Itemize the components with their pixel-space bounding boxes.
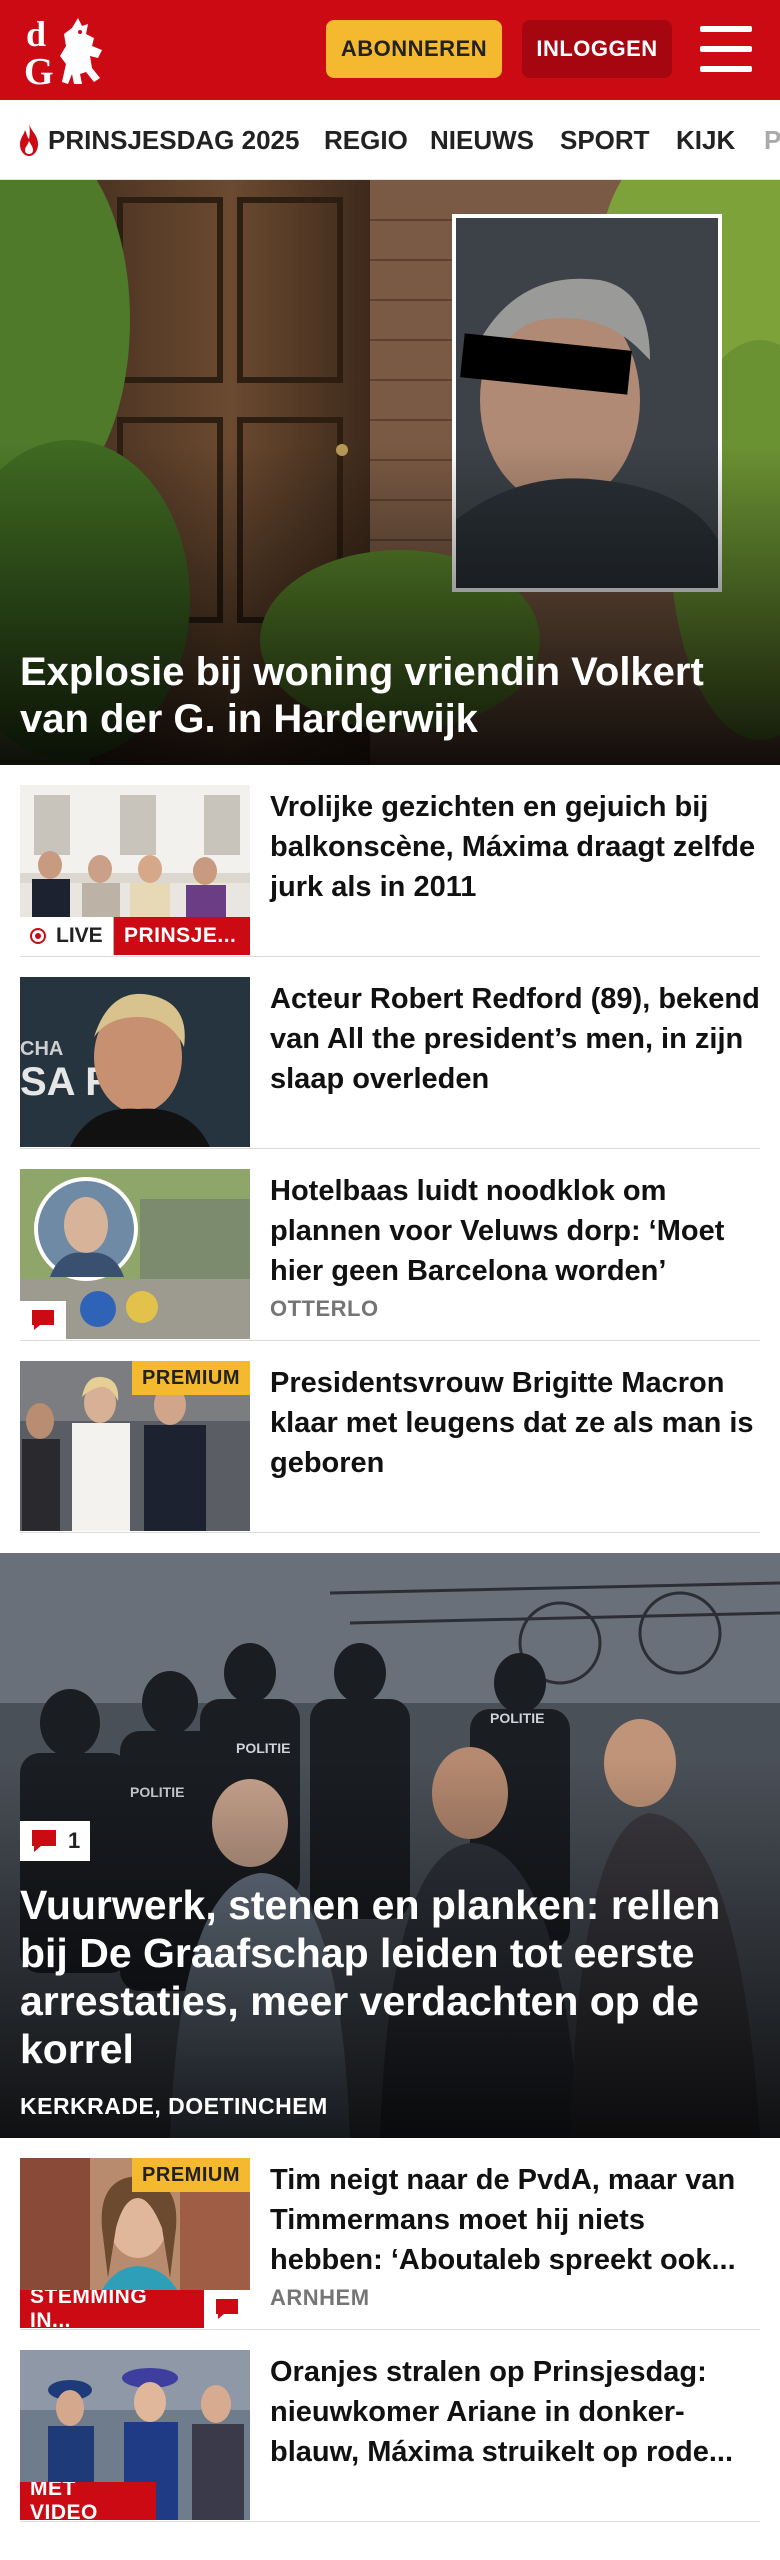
nav-item-label: PRINSJESDAG 2025 bbox=[48, 124, 300, 155]
flame-icon bbox=[20, 124, 38, 156]
article-item[interactable]: LIVE PRINSJE... Vrolijke gezichten en ge… bbox=[20, 765, 760, 957]
nav-item-kijk[interactable]: KIJK bbox=[676, 100, 735, 179]
nav-item-prinsjesdag[interactable]: PRINSJESDAG 2025 bbox=[16, 100, 300, 179]
article-thumbnail: MET VIDEO bbox=[20, 2350, 250, 2520]
featured-location: KERKRADE, DOETINCHEM bbox=[20, 2093, 328, 2119]
live-label: LIVE bbox=[56, 924, 103, 947]
hero-title[interactable]: Explosie bij woning vriendin Volkert van… bbox=[20, 649, 760, 743]
login-button[interactable]: INLOGGEN bbox=[522, 20, 672, 78]
site-logo[interactable]: d G bbox=[22, 12, 114, 93]
article-title[interactable]: Acteur Robert Redford (89), bekend van A… bbox=[270, 979, 760, 1099]
hero-article[interactable]: Explosie bij woning vriendin Volkert van… bbox=[0, 180, 780, 765]
article-item[interactable]: MET VIDEO Oranjes stralen op Prinsjesdag… bbox=[20, 2330, 760, 2522]
live-badge: LIVE bbox=[20, 917, 113, 955]
article-thumbnail: SA RE CHA bbox=[20, 977, 250, 1147]
article-thumbnail: PREMIUM bbox=[20, 1361, 250, 1531]
article-title[interactable]: Hotelbaas luidt noodklok om plannen voor… bbox=[270, 1171, 760, 1291]
article-title[interactable]: Presidentsvrouw Brigitte Macron klaar me… bbox=[270, 1363, 760, 1483]
nav-item-more[interactable]: P bbox=[764, 100, 780, 179]
comment-chip bbox=[20, 1301, 66, 1339]
nav-item-nieuws[interactable]: NIEUWS bbox=[430, 100, 534, 179]
section-nav: PRINSJESDAG 2025 REGIO NIEUWS SPORT KIJK… bbox=[0, 100, 780, 180]
article-thumbnail: LIVE PRINSJE... bbox=[20, 785, 250, 955]
article-item[interactable]: PREMIUM STEMMING IN... Tim neigt naar de… bbox=[20, 2138, 760, 2330]
article-location: ARNHEM bbox=[270, 2285, 370, 2310]
comment-count: 1 bbox=[68, 1828, 81, 1853]
article-item[interactable]: Hotelbaas luidt noodklok om plannen voor… bbox=[20, 1149, 760, 1341]
svg-text:d: d bbox=[26, 14, 46, 54]
comment-icon bbox=[216, 2299, 238, 2319]
hamburger-icon[interactable] bbox=[700, 26, 752, 72]
category-badge: STEMMING IN... bbox=[20, 2290, 204, 2328]
svg-text:CHA: CHA bbox=[20, 1038, 63, 1060]
nav-item-sport[interactable]: SPORT bbox=[560, 100, 650, 179]
article-title[interactable]: Oranjes stralen op Prinsjesdag: nieuwkom… bbox=[270, 2352, 760, 2472]
article-title[interactable]: Tim neigt naar de PvdA, maar van Timmerm… bbox=[270, 2160, 760, 2280]
article-location: OTTERLO bbox=[270, 1296, 379, 1321]
comment-icon bbox=[32, 1830, 56, 1852]
article-item[interactable]: PREMIUM Presidentsvrouw Brigitte Macron … bbox=[20, 1341, 760, 1533]
premium-badge: PREMIUM bbox=[132, 1361, 250, 1395]
article-item[interactable]: SA RE CHA Acteur Robert Redford (89), be… bbox=[20, 957, 760, 1149]
comment-icon bbox=[32, 1310, 54, 1330]
top-bar: d G ABONNEREN INLOGGEN bbox=[0, 0, 780, 100]
article-thumbnail bbox=[20, 1169, 250, 1339]
premium-badge: PREMIUM bbox=[132, 2158, 250, 2192]
subscribe-button[interactable]: ABONNEREN bbox=[326, 20, 502, 78]
live-dot-icon bbox=[30, 928, 46, 944]
comment-count-badge: 1 bbox=[20, 1821, 91, 1861]
category-badge: PRINSJE... bbox=[114, 917, 250, 955]
article-title[interactable]: Vrolijke gezichten en gejuich bij balkon… bbox=[270, 787, 760, 907]
featured-title[interactable]: Vuurwerk, stenen en planken: rellen bij … bbox=[20, 1881, 760, 2073]
nav-item-regio[interactable]: REGIO bbox=[324, 100, 408, 179]
video-badge: MET VIDEO bbox=[20, 2482, 156, 2520]
svg-text:G: G bbox=[24, 51, 54, 90]
comment-chip bbox=[204, 2290, 250, 2328]
article-thumbnail: PREMIUM STEMMING IN... bbox=[20, 2158, 250, 2328]
featured-article[interactable]: POLITIEPOLITIEPOLITIE 1 Vuurwerk, stenen… bbox=[0, 1553, 780, 2138]
